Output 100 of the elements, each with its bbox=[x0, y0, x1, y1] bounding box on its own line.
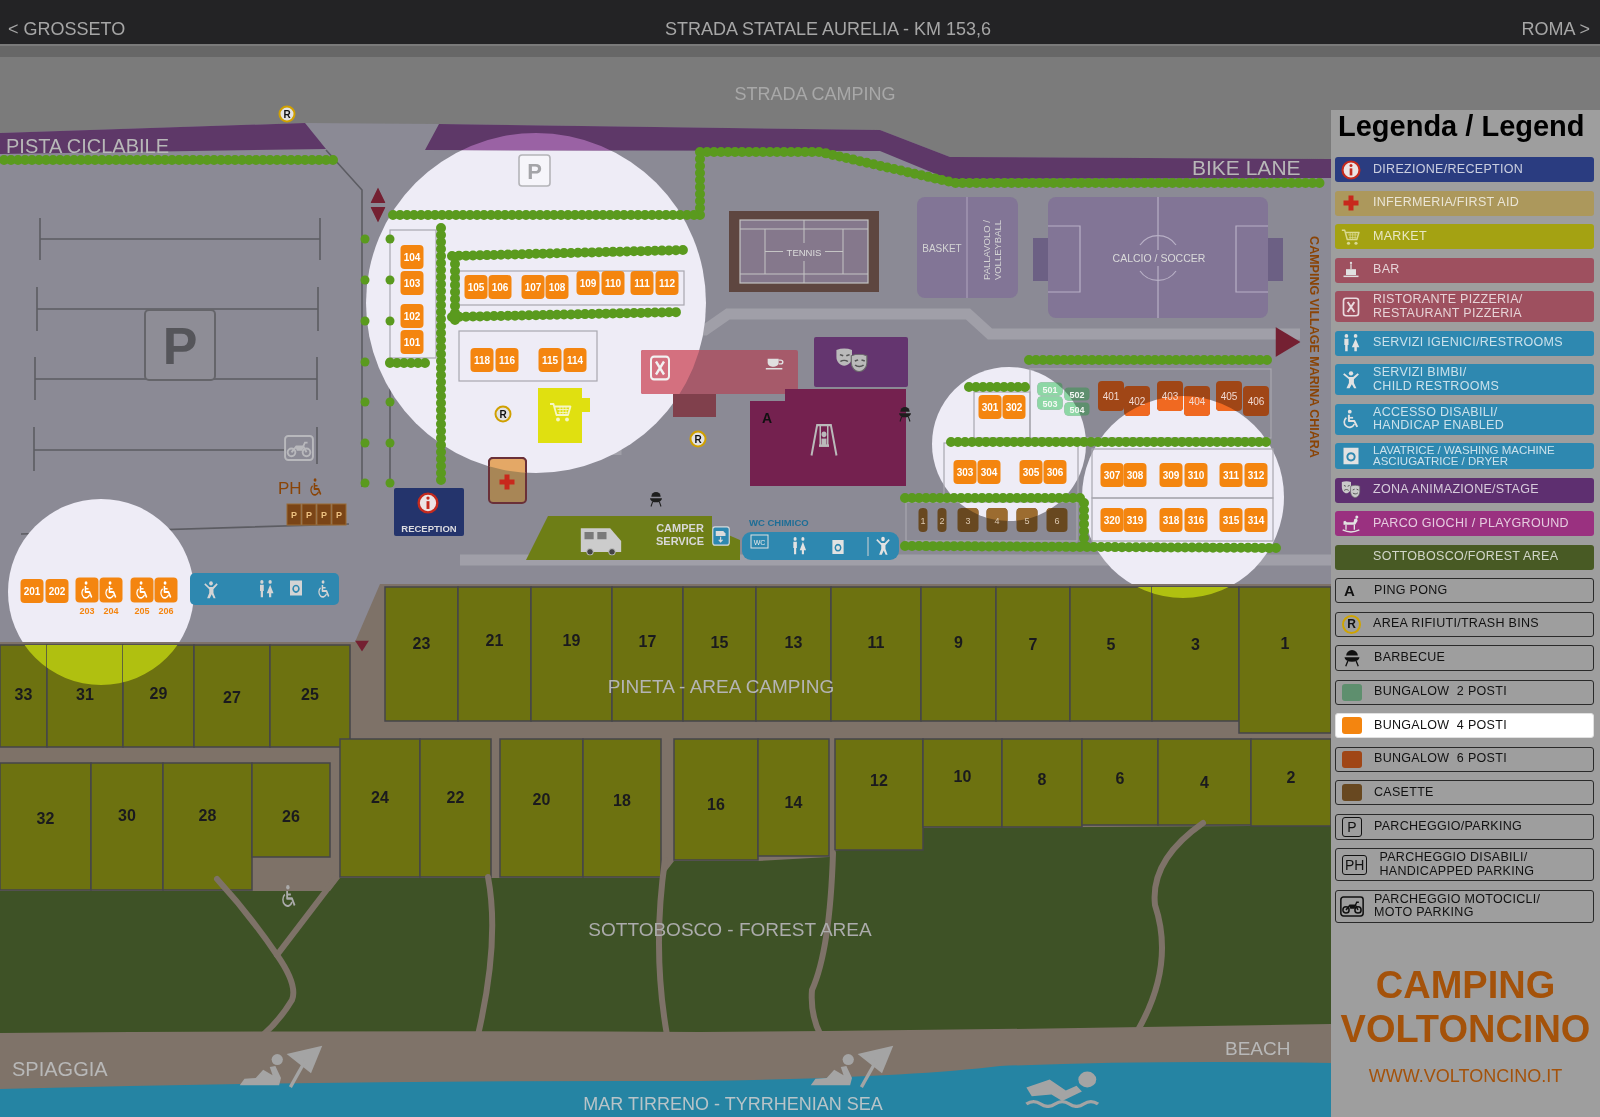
wheelchair-icon bbox=[136, 581, 147, 598]
area-label: MAR TIRRENO - TYRRHENIAN SEA bbox=[583, 1094, 883, 1114]
cross-icon bbox=[1341, 193, 1361, 213]
legend-label: BUNGALOW 6 POSTI bbox=[1374, 752, 1507, 766]
tree-icon bbox=[385, 275, 395, 285]
pitch-number: 5 bbox=[1106, 635, 1116, 653]
field-label: CALCIO / SOCCER bbox=[1112, 252, 1206, 264]
legend-label: INFERMERIA/FIRST AID bbox=[1373, 196, 1520, 210]
camper-service-label: CAMPER SERVICE bbox=[655, 522, 705, 547]
reception-building bbox=[394, 488, 464, 536]
trash-bin-marker: R bbox=[278, 105, 296, 123]
tree-icon bbox=[360, 397, 370, 407]
tree-icon bbox=[360, 438, 370, 448]
cake-icon bbox=[1341, 260, 1361, 280]
legend-label: PARCHEGGIO MOTOCICLI/ MOTO PARKING bbox=[1374, 892, 1541, 920]
legend-label: SOTTOBOSCO/FOREST AREA bbox=[1373, 550, 1559, 564]
legend-item[interactable]: PH PARCHEGGIO DISABILI/ HANDICAPPED PARKING bbox=[1335, 848, 1594, 881]
legend-item[interactable]: BUNGALOW 6 POSTI bbox=[1335, 746, 1594, 772]
washing-machine-icon bbox=[832, 539, 844, 555]
reception-label: RECEPTION bbox=[401, 522, 457, 534]
bungalow-tile: 109 bbox=[576, 271, 600, 295]
cottage-tile: 1 bbox=[918, 508, 928, 532]
legend-item[interactable]: R AREA RIFIUTI/TRASH BINS bbox=[1335, 611, 1594, 637]
brand-name: CAMPING VOLTONCINO bbox=[1339, 963, 1592, 1051]
legend-item[interactable]: SOTTOBOSCO/FOREST AREA bbox=[1335, 544, 1594, 570]
pitch-number: 32 bbox=[36, 809, 55, 827]
tree-icon bbox=[360, 357, 370, 367]
wheelchair-icon bbox=[282, 884, 295, 906]
restroom-icon bbox=[1341, 333, 1361, 353]
tree-icon bbox=[385, 478, 395, 488]
pitch-number: 11 bbox=[867, 633, 885, 651]
bungalow-tile: 314 bbox=[1244, 508, 1268, 532]
bungalow-tile: 103 bbox=[400, 271, 424, 295]
legend-item[interactable]: ZONA ANIMAZIONE/STAGE bbox=[1335, 477, 1594, 503]
pitch-number: 3 bbox=[1191, 635, 1200, 653]
bungalow-tile: 309 bbox=[1159, 463, 1183, 487]
legend-label: SERVIZI BIMBI/ CHILD RESTROOMS bbox=[1373, 366, 1500, 393]
legend-item[interactable]: P PARCHEGGIO/PARKING bbox=[1335, 813, 1594, 840]
pitch-number: 23 bbox=[412, 634, 431, 652]
bungalow-tile: 312 bbox=[1244, 463, 1268, 487]
theater-masks-icon bbox=[1341, 480, 1361, 500]
legend-item[interactable]: PARCO GIOCHI / PLAYGROUND bbox=[1335, 511, 1594, 536]
cottage-tile: 3 bbox=[957, 508, 979, 532]
down-arrow-icon bbox=[355, 640, 369, 652]
cottage-tile: 4 bbox=[986, 508, 1008, 532]
bungalow-tile: 115 bbox=[538, 348, 562, 372]
legend-item[interactable]: PARCHEGGIO MOTOCICLI/ MOTO PARKING bbox=[1335, 889, 1594, 923]
legend-item[interactable]: BUNGALOW 2 POSTI bbox=[1335, 679, 1594, 705]
legend-item[interactable]: BARBECUE bbox=[1335, 645, 1594, 671]
legend-item[interactable]: A PING PONG bbox=[1335, 578, 1594, 603]
pitch-number: 17 bbox=[638, 632, 657, 650]
trash-bin-marker: R bbox=[689, 430, 707, 448]
cottage-tile: 6 bbox=[1046, 508, 1068, 532]
area-label: SPIAGGIA bbox=[12, 1058, 108, 1080]
bungalow-tile: 112 bbox=[655, 271, 679, 295]
pitch-number: 9 bbox=[954, 633, 963, 651]
legend-label: BAR bbox=[1373, 263, 1400, 277]
neighbor-label: CAMPING VILLAGE MARINA CHIARA bbox=[1307, 236, 1321, 458]
info-icon bbox=[418, 493, 438, 513]
wc-chimico-label: WC CHIMICO bbox=[749, 516, 809, 528]
pitch-number: 1 bbox=[1280, 634, 1290, 652]
rocking-horse-icon bbox=[1341, 513, 1361, 534]
legend-label: BUNGALOW 2 POSTI bbox=[1374, 685, 1507, 699]
pitch-number: 22 bbox=[446, 788, 465, 806]
wheelchair-icon bbox=[1341, 409, 1361, 429]
bike-lane-label: BIKE LANE bbox=[1192, 155, 1301, 179]
bungalow-tile: 304 bbox=[977, 460, 1001, 484]
legend-label: CASETTE bbox=[1374, 785, 1434, 800]
bungalow-tile: 306 bbox=[1043, 460, 1067, 484]
pitch-number: 14 bbox=[784, 793, 803, 811]
first-aid-building bbox=[488, 457, 527, 504]
legend-item[interactable]: CASETTE bbox=[1335, 780, 1594, 805]
legend-label: DIREZIONE/RECEPTION bbox=[1373, 162, 1524, 177]
legend-item[interactable]: BAR bbox=[1335, 257, 1594, 283]
legend-item[interactable]: DIREZIONE/RECEPTION bbox=[1335, 157, 1594, 182]
wheelchair-icon bbox=[310, 478, 321, 495]
parking-sign: P bbox=[1342, 816, 1362, 837]
legend-item[interactable]: RISTORANTE PIZZERIA/ RESTAURANT PIZZERIA bbox=[1335, 291, 1594, 322]
bungalow-tile: 104 bbox=[400, 245, 424, 269]
washing-machine-icon bbox=[290, 580, 302, 596]
cross-icon bbox=[499, 474, 515, 490]
tree-icon bbox=[360, 234, 370, 244]
bungalow-tile: 316 bbox=[1184, 508, 1208, 532]
pitch-number: 16 bbox=[707, 795, 725, 813]
tree-icon bbox=[385, 397, 395, 407]
pitch-number: 12 bbox=[870, 771, 888, 789]
motorcycle-parking-icon bbox=[1340, 895, 1364, 917]
bungalow-number: 203 bbox=[79, 606, 95, 616]
bungalow-tile: 202 bbox=[45, 579, 69, 603]
camper-van-icon bbox=[580, 528, 622, 556]
bungalow-tile: 116 bbox=[495, 348, 519, 372]
bungalow-tile: 114 bbox=[563, 348, 587, 372]
pitch-number: 26 bbox=[282, 807, 300, 825]
bungalow-tile: 319 bbox=[1123, 508, 1147, 532]
legend-label: PARCO GIOCHI / PLAYGROUND bbox=[1373, 516, 1569, 531]
bungalow-tile: 101 bbox=[400, 330, 424, 354]
legend-item[interactable]: BUNGALOW 4 POSTI bbox=[1335, 713, 1594, 738]
bungalow-tile: 308 bbox=[1123, 463, 1147, 487]
motorcycle-parking-icon bbox=[285, 436, 313, 460]
cutlery-icon bbox=[1341, 296, 1361, 317]
